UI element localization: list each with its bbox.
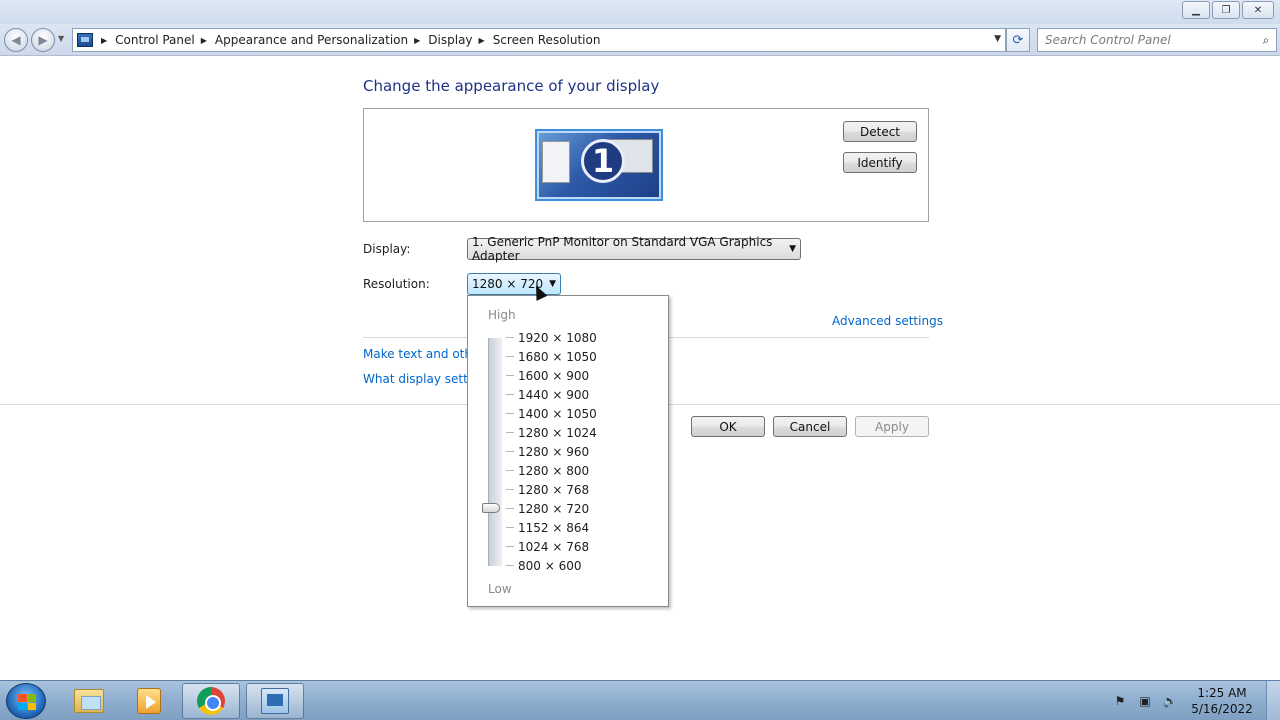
clock-time: 1:25 AM (1197, 686, 1247, 700)
close-icon: ✕ (1253, 4, 1263, 16)
address-bar[interactable]: ▶ Control Panel ▶ Appearance and Persona… (72, 28, 1006, 52)
chevron-down-icon: ▼ (549, 279, 556, 289)
resolution-option[interactable]: 1280 × 768 (502, 480, 662, 499)
detect-button[interactable]: Detect (843, 121, 917, 142)
chevron-right-icon[interactable]: ▶ (479, 36, 485, 45)
identify-button[interactable]: Identify (843, 152, 917, 173)
chevron-right-icon[interactable]: ▶ (101, 36, 107, 45)
start-button[interactable] (6, 683, 46, 719)
clock[interactable]: 1:25 AM 5/16/2022 (1186, 685, 1258, 717)
chevron-right-icon[interactable]: ▶ (414, 36, 420, 45)
display-select[interactable]: 1. Generic PnP Monitor on Standard VGA G… (467, 235, 801, 263)
back-button[interactable]: ◀ (4, 28, 28, 52)
taskbar: ⚑ ▣ 🔈 1:25 AM 5/16/2022 (0, 680, 1280, 720)
refresh-button[interactable]: ⟳ (1006, 28, 1030, 52)
forward-button[interactable]: ▶ (31, 28, 55, 52)
resolution-option[interactable]: 1680 × 1050 (502, 347, 662, 366)
resolution-slider-thumb[interactable] (482, 503, 500, 513)
media-player-icon (137, 688, 161, 714)
navigation-bar: ◀ ▶ ▼ ▶ Control Panel ▶ Appearance and P… (0, 24, 1280, 56)
resolution-option[interactable]: 1440 × 900 (502, 385, 662, 404)
network-icon[interactable]: ▣ (1136, 693, 1154, 709)
search-box[interactable]: ⌕ (1037, 28, 1277, 52)
forward-arrow-icon: ▶ (38, 33, 48, 47)
resolution-option[interactable]: 1280 × 800 (502, 461, 662, 480)
resolution-option[interactable]: 1024 × 768 (502, 537, 662, 556)
taskbar-explorer[interactable] (60, 683, 118, 719)
action-center-flag-icon[interactable]: ⚑ (1111, 693, 1129, 709)
minimize-icon: ▁ (1192, 4, 1200, 16)
show-desktop-button[interactable] (1266, 681, 1280, 720)
chevron-down-icon[interactable]: ▼ (994, 34, 1001, 44)
chevron-down-icon: ▼ (789, 244, 796, 254)
title-bar: ▁ ❐ ✕ (0, 0, 1280, 24)
resolution-option[interactable]: 1280 × 1024 (502, 423, 662, 442)
windows-logo-icon (18, 694, 36, 710)
resolution-option[interactable]: 1400 × 1050 (502, 404, 662, 423)
resolution-label: Resolution: (363, 277, 430, 291)
breadcrumb-display[interactable]: Display (428, 33, 472, 47)
resolution-options-list: 1920 × 1080 1680 × 1050 1600 × 900 1440 … (502, 328, 662, 575)
resolution-option[interactable]: 1280 × 960 (502, 442, 662, 461)
monitor-preview-panel: 1 Detect Identify (363, 108, 929, 222)
taskbar-media-player[interactable] (120, 683, 178, 719)
volume-icon[interactable]: 🔈 (1161, 693, 1179, 709)
monitor-number-badge: 1 (581, 139, 625, 183)
search-icon[interactable]: ⌕ (1256, 33, 1276, 48)
taskbar-chrome[interactable] (182, 683, 240, 719)
back-arrow-icon: ◀ (11, 33, 21, 47)
resolution-slider-track[interactable] (488, 338, 502, 566)
page-title: Change the appearance of your display (363, 77, 660, 95)
folder-icon (74, 689, 104, 713)
resolution-option[interactable]: 1152 × 864 (502, 518, 662, 537)
resolution-dropdown[interactable]: High 1920 × 1080 1680 × 1050 1600 × 900 … (467, 295, 669, 607)
caption-buttons: ▁ ❐ ✕ (1182, 1, 1274, 19)
resolution-option-selected[interactable]: 1280 × 720 (502, 499, 662, 518)
high-label: High (488, 308, 516, 322)
preview-window-left (542, 141, 570, 183)
advanced-settings-link[interactable]: Advanced settings (832, 314, 943, 328)
resolution-option[interactable]: 1600 × 900 (502, 366, 662, 385)
breadcrumb: ▶ Control Panel ▶ Appearance and Persona… (99, 33, 604, 47)
breadcrumb-screen-resolution[interactable]: Screen Resolution (493, 33, 601, 47)
monitor-1-thumbnail[interactable]: 1 (535, 129, 663, 201)
apply-button: Apply (855, 416, 929, 437)
control-panel-icon (261, 688, 289, 714)
taskbar-control-panel[interactable] (246, 683, 304, 719)
breadcrumb-appearance-personalization[interactable]: Appearance and Personalization (215, 33, 408, 47)
display-select-value: 1. Generic PnP Monitor on Standard VGA G… (472, 235, 773, 263)
resolution-option[interactable]: 800 × 600 (502, 556, 662, 575)
low-label: Low (488, 582, 512, 596)
display-label: Display: (363, 242, 411, 256)
maximize-button[interactable]: ❐ (1212, 1, 1240, 19)
system-tray: ⚑ ▣ 🔈 1:25 AM 5/16/2022 (1111, 681, 1280, 720)
search-input[interactable] (1038, 30, 1256, 50)
restore-icon: ❐ (1221, 4, 1231, 16)
close-button[interactable]: ✕ (1242, 1, 1274, 19)
control-panel-icon (77, 33, 93, 47)
ok-button[interactable]: OK (691, 416, 765, 437)
breadcrumb-control-panel[interactable]: Control Panel (115, 33, 195, 47)
minimize-button[interactable]: ▁ (1182, 1, 1210, 19)
resolution-option[interactable]: 1920 × 1080 (502, 328, 662, 347)
refresh-icon: ⟳ (1012, 32, 1024, 48)
cancel-button[interactable]: Cancel (773, 416, 847, 437)
resolution-select[interactable]: 1280 × 720 ▼ (467, 273, 561, 295)
recent-pages-dropdown[interactable]: ▼ (58, 34, 64, 43)
clock-date: 5/16/2022 (1191, 702, 1253, 716)
chevron-right-icon[interactable]: ▶ (201, 36, 207, 45)
chrome-icon (197, 687, 225, 715)
